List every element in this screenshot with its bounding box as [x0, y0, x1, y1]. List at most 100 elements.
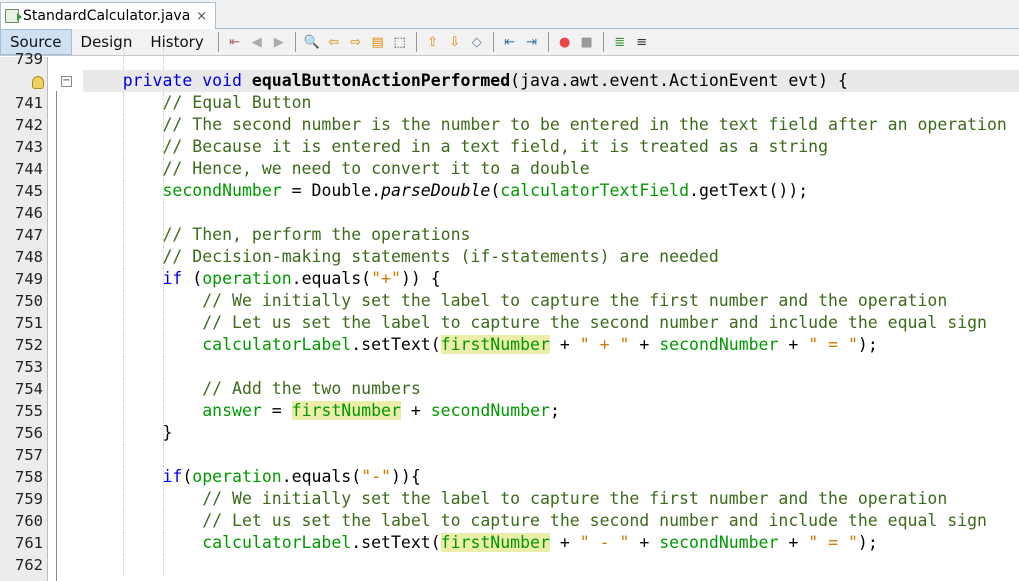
code-line[interactable]: 761 calculatorLabel.setText(firstNumber … [0, 532, 1019, 554]
file-tab[interactable]: StandardCalculator.java × [0, 2, 216, 29]
comment: // Because it is entered in a text field… [162, 137, 829, 156]
line-number: 760 [15, 512, 43, 530]
code-text: // The second number is the number to be… [83, 114, 1019, 136]
line-number: 756 [15, 424, 43, 442]
code-token: ( [182, 467, 193, 486]
line-number: 748 [15, 248, 43, 266]
comment: // We initially set the label to capture… [202, 489, 948, 508]
code-line[interactable]: 747 // Then, perform the operations [0, 224, 1019, 246]
editor-tab-bar: StandardCalculator.java × [0, 0, 1019, 29]
code-line[interactable]: 759 // We initially set the label to cap… [0, 488, 1019, 510]
code-line[interactable]: 749 if (operation.equals("+")) { [0, 268, 1019, 290]
code-line[interactable]: 739 [0, 48, 1019, 70]
indent-guide [163, 202, 164, 224]
code-line[interactable]: private void equalButtonActionPerformed(… [0, 70, 1019, 92]
code-text: if(operation.equals("-")){ [83, 466, 1019, 488]
line-number: 753 [15, 358, 43, 376]
code-token: + [778, 335, 809, 354]
string-literal: " = " [808, 533, 858, 552]
code-line[interactable]: 762 [0, 554, 1019, 576]
field: secondNumber [659, 533, 779, 552]
code-line[interactable]: 746 [0, 202, 1019, 224]
field: calculatorLabel [202, 533, 352, 552]
code-token: .setText( [351, 335, 441, 354]
keyword: private void [122, 71, 252, 90]
line-number: 757 [15, 446, 43, 464]
comment: // Decision-making statements (if-statem… [162, 247, 719, 266]
code-token: ( [182, 269, 203, 288]
code-token: )){ [391, 467, 421, 486]
indent-guide [123, 444, 124, 466]
comment: // Then, perform the operations [162, 225, 471, 244]
line-number: 755 [15, 402, 43, 420]
indent-guide [163, 554, 164, 576]
field: operation [202, 269, 292, 288]
string-literal: " + " [579, 335, 630, 354]
code-token: ( [490, 181, 501, 200]
hint-bulb-icon[interactable] [32, 76, 44, 89]
code-line[interactable]: 760 // Let us set the label to capture t… [0, 510, 1019, 532]
line-number: 751 [15, 314, 43, 332]
code-token: + [549, 335, 580, 354]
code-token: (java.awt.event.ActionEvent evt) { [510, 71, 848, 90]
code-line[interactable]: 753 [0, 356, 1019, 378]
java-file-icon [5, 9, 22, 23]
indent-guide [123, 356, 124, 378]
code-token: ); [857, 335, 878, 354]
method-name: equalButtonActionPerformed [251, 71, 511, 90]
code-line[interactable]: 741 // Equal Button [0, 92, 1019, 114]
code-line[interactable]: 742 // The second number is the number t… [0, 114, 1019, 136]
code-text: calculatorLabel.setText(firstNumber + " … [83, 532, 1019, 554]
comment: // Hence, we need to convert it to a dou… [162, 159, 590, 178]
code-token: + [400, 401, 431, 420]
code-text: private void equalButtonActionPerformed(… [83, 70, 1019, 92]
indent-guide [163, 444, 164, 466]
code-token: )) { [400, 269, 441, 288]
code-line[interactable]: 750 // We initially set the label to cap… [0, 290, 1019, 312]
close-tab-icon[interactable]: × [196, 9, 207, 24]
field: secondNumber [659, 335, 779, 354]
line-number: 752 [15, 336, 43, 354]
code-line[interactable]: 744 // Hence, we need to convert it to a… [0, 158, 1019, 180]
code-line[interactable]: 756 } [0, 422, 1019, 444]
code-token: + [629, 533, 660, 552]
comment: // Add the two numbers [202, 379, 421, 398]
code-line[interactable]: 757 [0, 444, 1019, 466]
line-number: 750 [15, 292, 43, 310]
line-number: 746 [15, 204, 43, 222]
code-line[interactable]: 752 calculatorLabel.setText(firstNumber … [0, 334, 1019, 356]
code-text: // Decision-making statements (if-statem… [83, 246, 1019, 268]
fold-collapse-icon[interactable]: − [61, 76, 72, 87]
code-line[interactable]: 754 // Add the two numbers [0, 378, 1019, 400]
code-line[interactable]: 755 answer = firstNumber + secondNumber; [0, 400, 1019, 422]
line-number: 759 [15, 490, 43, 508]
field-highlighted: firstNumber [440, 533, 550, 552]
code-editor[interactable]: 739 private void equalButtonActionPerfor… [0, 48, 1019, 576]
code-token: } [83, 423, 173, 442]
code-line[interactable]: 758 if(operation.equals("-")){ [0, 466, 1019, 488]
file-tab-title: StandardCalculator.java [23, 8, 191, 24]
code-text: calculatorLabel.setText(firstNumber + " … [83, 334, 1019, 356]
code-line[interactable]: 751 // Let us set the label to capture t… [0, 312, 1019, 334]
code-token: = Double. [281, 181, 382, 200]
field-highlighted: firstNumber [291, 401, 401, 420]
indent-guide [123, 48, 124, 70]
line-number: 761 [15, 534, 43, 552]
code-text: // Add the two numbers [83, 378, 1019, 400]
code-token: + [629, 335, 660, 354]
code-line[interactable]: 748 // Decision-making statements (if-st… [0, 246, 1019, 268]
code-line[interactable]: 745 secondNumber = Double.parseDouble(ca… [0, 180, 1019, 202]
line-number: 743 [15, 138, 43, 156]
static-method: parseDouble [381, 181, 491, 200]
code-line[interactable]: 743 // Because it is entered in a text f… [0, 136, 1019, 158]
line-number: 758 [15, 468, 43, 486]
code-text: answer = firstNumber + secondNumber; [83, 400, 1019, 422]
